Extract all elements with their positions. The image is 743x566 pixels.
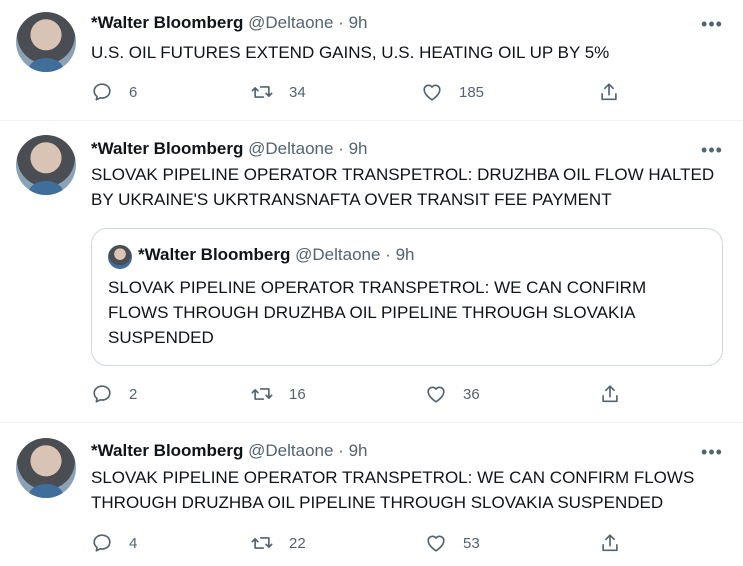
author-name[interactable]: *Walter Bloomberg <box>91 13 243 32</box>
share-icon <box>601 83 617 101</box>
retweet-count: 16 <box>289 385 306 403</box>
heart-icon <box>423 84 441 101</box>
share-button[interactable] <box>599 382 621 406</box>
more-options-icon[interactable]: ••• <box>700 140 724 161</box>
heart-icon <box>427 386 445 403</box>
reply-button[interactable]: 4 <box>91 531 137 555</box>
more-options-icon[interactable]: ••• <box>700 14 724 35</box>
quoted-tweet[interactable]: *Walter Bloomberg @Deltaone · 9h SLOVAK … <box>91 228 723 366</box>
reply-count: 6 <box>129 83 138 101</box>
author-handle[interactable]: @Deltaone <box>248 139 333 158</box>
avatar[interactable] <box>16 135 76 195</box>
quoted-header: *Walter Bloomberg @Deltaone · 9h <box>138 245 415 265</box>
reply-button[interactable]: 2 <box>91 382 137 406</box>
author-name[interactable]: *Walter Bloomberg <box>91 139 243 158</box>
retweet-icon <box>251 388 273 400</box>
reply-count: 4 <box>129 534 138 552</box>
author-name[interactable]: *Walter Bloomberg <box>91 441 243 460</box>
timestamp[interactable]: 9h <box>349 13 368 32</box>
tweet[interactable]: *Walter Bloomberg @Deltaone · 9h ••• U.S… <box>0 0 743 121</box>
reply-icon <box>93 385 111 403</box>
timestamp[interactable]: 9h <box>349 441 368 460</box>
tweet[interactable]: *Walter Bloomberg @Deltaone · 9h ••• SLO… <box>0 423 743 566</box>
share-icon <box>602 385 618 403</box>
retweet-count: 34 <box>289 83 306 101</box>
like-count: 185 <box>459 83 485 101</box>
tweet-header: *Walter Bloomberg @Deltaone · 9h <box>91 441 368 461</box>
tweet-header: *Walter Bloomberg @Deltaone · 9h <box>91 139 368 159</box>
more-options-icon[interactable]: ••• <box>700 442 724 463</box>
tweet-actions: 2 16 36 <box>91 382 631 406</box>
like-button[interactable]: 185 <box>421 80 484 104</box>
retweet-icon <box>251 537 273 549</box>
retweet-button[interactable]: 34 <box>251 80 306 104</box>
share-button[interactable] <box>599 531 621 555</box>
like-count: 53 <box>463 534 480 552</box>
quoted-text: SLOVAK PIPELINE OPERATOR TRANSPETROL: WE… <box>108 278 647 347</box>
tweet-text: SLOVAK PIPELINE OPERATOR TRANSPETROL: DR… <box>91 165 715 209</box>
quoted-avatar <box>108 245 132 269</box>
tweet-actions: 6 34 185 <box>91 80 631 104</box>
avatar[interactable] <box>16 438 76 498</box>
tweet-text: U.S. OIL FUTURES EXTEND GAINS, U.S. HEAT… <box>91 43 610 62</box>
like-count: 36 <box>463 385 480 403</box>
retweet-button[interactable]: 16 <box>251 382 306 406</box>
avatar[interactable] <box>16 12 76 72</box>
tweet-header: *Walter Bloomberg @Deltaone · 9h <box>91 13 368 33</box>
reply-icon <box>93 534 111 552</box>
retweet-button[interactable]: 22 <box>251 531 306 555</box>
separator-dot: · <box>338 139 344 158</box>
reply-count: 2 <box>129 385 138 403</box>
quoted-author-name: *Walter Bloomberg <box>138 245 291 264</box>
reply-icon <box>93 83 111 101</box>
tweet[interactable]: *Walter Bloomberg @Deltaone · 9h ••• SLO… <box>0 121 743 423</box>
retweet-count: 22 <box>289 534 306 552</box>
timestamp[interactable]: 9h <box>349 139 368 158</box>
quoted-author-handle: @Deltaone <box>295 245 381 264</box>
separator-dot: · <box>338 13 344 32</box>
reply-button[interactable]: 6 <box>91 80 137 104</box>
heart-icon <box>427 535 445 552</box>
author-handle[interactable]: @Deltaone <box>248 441 333 460</box>
separator-dot: · <box>385 245 391 264</box>
separator-dot: · <box>338 441 344 460</box>
tweet-actions: 4 22 53 <box>91 531 631 555</box>
share-icon <box>602 534 618 552</box>
share-button[interactable] <box>598 80 620 104</box>
tweet-text: SLOVAK PIPELINE OPERATOR TRANSPETROL: WE… <box>91 468 695 512</box>
like-button[interactable]: 53 <box>425 531 480 555</box>
like-button[interactable]: 36 <box>425 382 480 406</box>
quoted-timestamp: 9h <box>395 245 415 264</box>
author-handle[interactable]: @Deltaone <box>248 13 333 32</box>
retweet-icon <box>251 86 273 98</box>
